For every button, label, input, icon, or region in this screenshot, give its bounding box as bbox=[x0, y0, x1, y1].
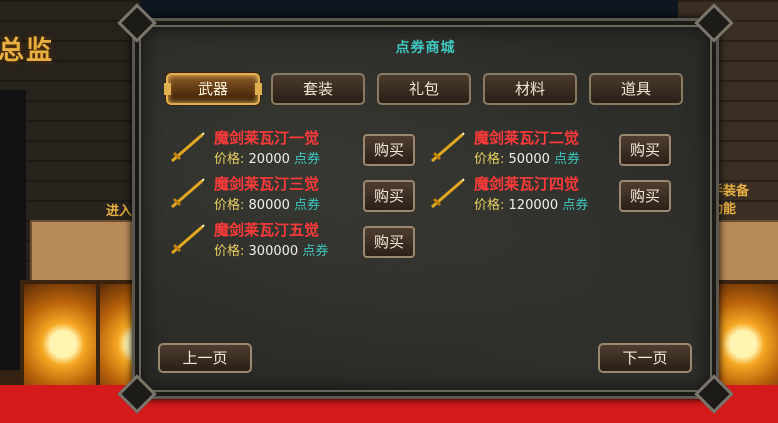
dialog-title: 点券商城 bbox=[395, 40, 456, 56]
buy-button-item-2[interactable]: 购买 bbox=[619, 134, 671, 166]
item-name: 魔剑莱瓦汀四觉 bbox=[474, 175, 580, 193]
price-currency: 点券 bbox=[302, 244, 329, 259]
golden-sword-icon bbox=[171, 178, 205, 209]
golden-sword-icon bbox=[431, 132, 465, 163]
price-value: 50000 bbox=[508, 152, 550, 167]
price-currency: 点券 bbox=[554, 152, 581, 167]
tab-weapons-label: 武器 bbox=[197, 80, 228, 98]
golden-sword-icon bbox=[431, 178, 465, 209]
point-shop-dialog: 点券商城 武器 套装 礼包 材料 道具 魔剑莱瓦汀一觉 价格: 20000 点券… bbox=[117, 3, 734, 414]
tab-active-marker-left bbox=[164, 83, 171, 95]
item-price: 价格: 120000 点券 bbox=[474, 194, 588, 213]
price-value: 20000 bbox=[248, 152, 290, 167]
crate-block-left bbox=[30, 220, 134, 284]
golden-sword-icon bbox=[171, 224, 205, 255]
item-name: 魔剑莱瓦汀三觉 bbox=[214, 175, 320, 193]
tab-props-label: 道具 bbox=[620, 80, 651, 98]
tab-gift-packs-label: 礼包 bbox=[408, 80, 439, 98]
price-currency: 点券 bbox=[294, 152, 321, 167]
tab-weapons[interactable]: 武器 bbox=[164, 73, 262, 105]
price-value: 300000 bbox=[248, 244, 299, 259]
tab-props[interactable]: 道具 bbox=[589, 73, 683, 105]
background-npc-label-left: 进入 bbox=[106, 204, 133, 219]
item-name: 魔剑莱瓦汀五觉 bbox=[214, 221, 320, 239]
price-currency: 点券 bbox=[562, 198, 589, 213]
item-price: 价格: 80000 点券 bbox=[214, 194, 320, 213]
price-currency: 点券 bbox=[294, 198, 321, 213]
item-price: 价格: 300000 点券 bbox=[214, 240, 328, 259]
buy-button-item-5[interactable]: 购买 bbox=[363, 226, 415, 258]
background-sign-text: 总监 bbox=[0, 36, 55, 66]
item-price: 价格: 50000 点券 bbox=[474, 148, 580, 167]
tab-materials-label: 材料 bbox=[514, 80, 545, 98]
tab-sets[interactable]: 套装 bbox=[271, 73, 365, 105]
item-name: 魔剑莱瓦汀二觉 bbox=[474, 129, 580, 147]
tab-sets-label: 套装 bbox=[302, 80, 333, 98]
price-label: 价格: bbox=[214, 198, 245, 213]
price-label: 价格: bbox=[214, 152, 245, 167]
buy-button-item-1[interactable]: 购买 bbox=[363, 134, 415, 166]
prev-page-button[interactable]: 上一页 bbox=[158, 343, 252, 373]
tab-materials[interactable]: 材料 bbox=[483, 73, 577, 105]
price-value: 120000 bbox=[508, 198, 559, 213]
tab-gift-packs[interactable]: 礼包 bbox=[377, 73, 471, 105]
price-label: 价格: bbox=[474, 198, 505, 213]
price-label: 价格: bbox=[214, 244, 245, 259]
price-label: 价格: bbox=[474, 152, 505, 167]
golden-sword-icon bbox=[171, 132, 205, 163]
tab-active-marker-right bbox=[255, 83, 262, 95]
next-page-button[interactable]: 下一页 bbox=[598, 343, 692, 373]
buy-button-item-4[interactable]: 购买 bbox=[619, 180, 671, 212]
price-value: 80000 bbox=[248, 198, 290, 213]
buy-button-item-3[interactable]: 购买 bbox=[363, 180, 415, 212]
item-price: 价格: 20000 点券 bbox=[214, 148, 320, 167]
item-name: 魔剑莱瓦汀一觉 bbox=[214, 129, 320, 147]
